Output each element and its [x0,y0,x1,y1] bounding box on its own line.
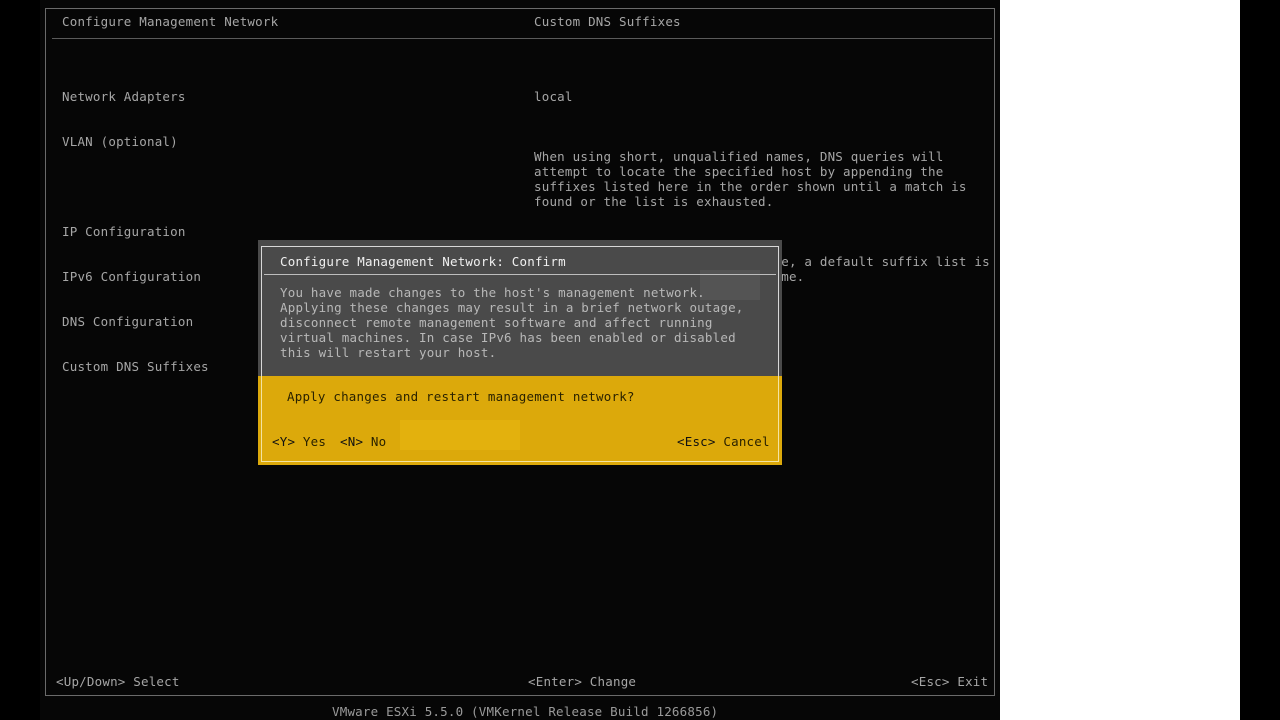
menu-item-network-adapters[interactable]: Network Adapters [62,89,209,104]
menu-item-custom-dns-suffixes[interactable]: Custom DNS Suffixes [62,359,209,374]
title-separator [52,38,992,39]
yes-button[interactable]: <Y> Yes [272,434,326,449]
footer-change-hint: <Enter> Change [528,674,637,689]
yes-label: Yes [302,434,327,449]
build-version: VMware ESXi 5.5.0 (VMKernel Release Buil… [332,704,719,719]
dns-suffix-value: local [534,89,573,104]
confirm-dialog: Configure Management Network: Confirm Yo… [258,240,782,465]
no-key: <N> [340,434,364,449]
page-title: Configure Management Network [62,14,279,29]
yes-key: <Y> [272,434,296,449]
no-button[interactable]: <N> No [340,434,386,449]
footer-select-hint: <Up/Down> Select [56,674,180,689]
help-text-1: When using short, unqualified names, DNS… [534,149,967,209]
menu-item-ip-configuration[interactable]: IP Configuration [62,224,209,239]
cancel-label: Cancel [723,434,770,449]
dialog-question: Apply changes and restart management net… [287,389,635,404]
blank-side-panel [1000,0,1240,720]
menu-gap [62,179,209,194]
network-menu: Network Adapters VLAN (optional) IP Conf… [62,59,209,389]
question-highlight [400,420,520,450]
footer-exit-hint: <Esc> Exit [911,674,989,689]
dialog-question-area: Apply changes and restart management net… [258,376,782,465]
menu-item-vlan[interactable]: VLAN (optional) [62,134,209,149]
cancel-key: <Esc> [677,434,716,449]
cancel-button[interactable]: <Esc> Cancel [677,434,770,449]
menu-item-ipv6-configuration[interactable]: IPv6 Configuration [62,269,209,284]
detail-title: Custom DNS Suffixes [534,14,681,29]
menu-item-dns-configuration[interactable]: DNS Configuration [62,314,209,329]
no-label: No [370,434,387,449]
dialog-message: You have made changes to the host's mana… [280,285,744,360]
dialog-separator [264,274,776,275]
dialog-title: Configure Management Network: Confirm [280,254,566,269]
